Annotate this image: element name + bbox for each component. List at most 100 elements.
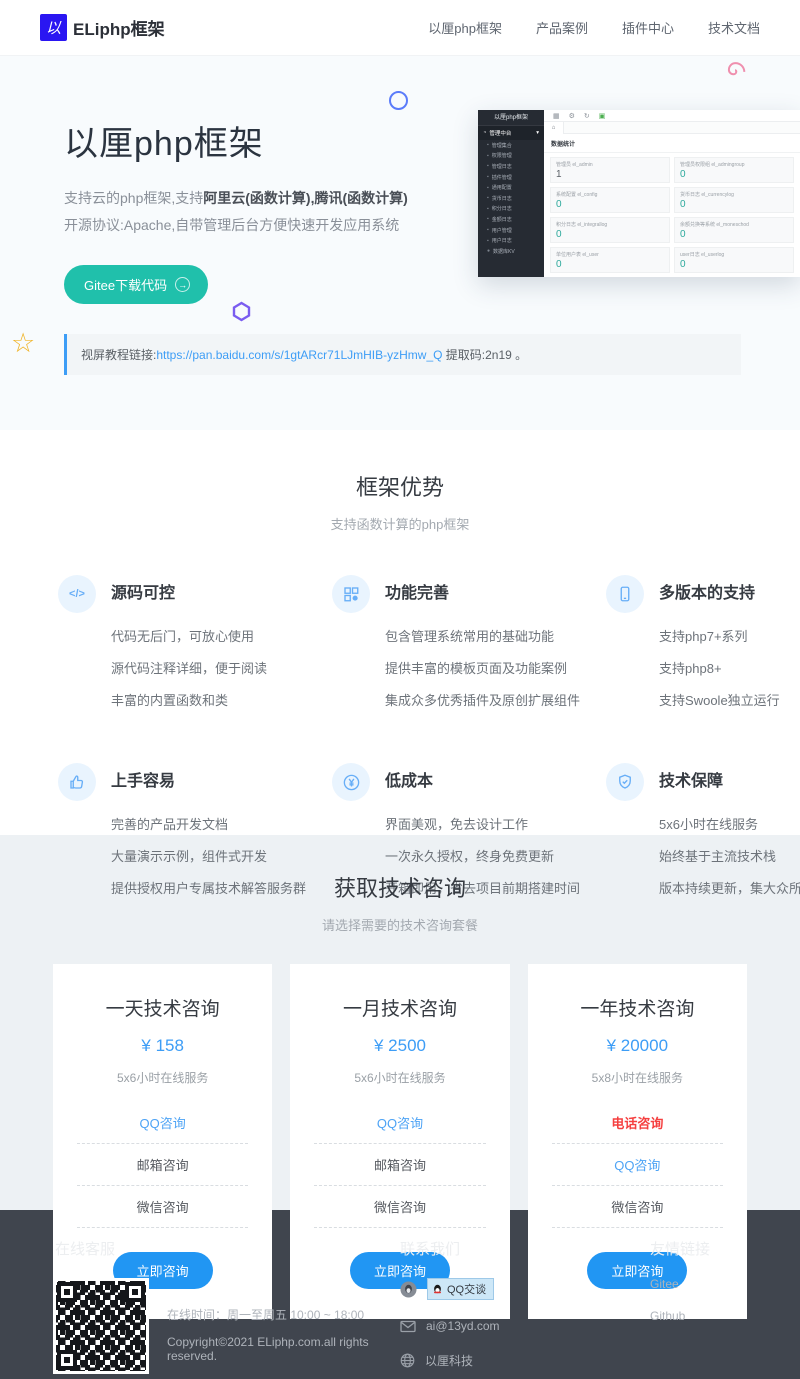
- menu-item-icon: ▪: [487, 238, 489, 244]
- feature-multi-version: 多版本的支持 支持php7+系列 支持php8+ 支持Swoole独立运行: [606, 575, 800, 709]
- notice-prefix: 视屏教程链接:: [81, 348, 156, 362]
- feature-point: 大量演示示例，组件式开发: [111, 846, 306, 865]
- menu-item-icon: ▪: [487, 206, 489, 212]
- screenshot-toolbar: ▦ ⚙ ↻ ▣: [544, 110, 800, 122]
- menu-item-icon: ▪: [487, 163, 489, 169]
- phone-consult-link[interactable]: 电话咨询: [552, 1102, 723, 1144]
- footer-service-title: 在线客服: [55, 1238, 400, 1259]
- refresh-icon: ↻: [584, 112, 590, 120]
- footer-contact-column: 联系我们 QQ交谈 ai@13yd.com: [400, 1238, 650, 1379]
- nav-item-framework[interactable]: 以厘php框架: [428, 18, 502, 37]
- gitee-download-button[interactable]: Gitee下载代码 →: [64, 265, 208, 304]
- screenshot-menu-item: ▪用户日志: [478, 235, 544, 246]
- stat-card: 管理员 el_admin1: [550, 157, 670, 183]
- hexagon-decoration-icon: [231, 301, 252, 322]
- admin-dashboard-screenshot: 以厘php框架 ◔ 管理中台 ▾ ▪管理集合 ▪权限管理 ▪管理日志 ▪插件管理…: [478, 110, 800, 277]
- footer-links-title: 友情链接: [650, 1238, 710, 1259]
- yuan-icon: [332, 763, 370, 801]
- feature-point: 源代码注释详细，便于阅读: [111, 658, 267, 677]
- logo-icon: 以: [40, 14, 67, 41]
- feature-point: 集成众多优秀插件及原创扩展组件: [385, 690, 580, 709]
- wechat-consult-item: 微信咨询: [314, 1186, 485, 1228]
- globe-icon: [400, 1353, 415, 1368]
- menu-header-icon: ◔: [483, 130, 486, 136]
- wechat-consult-item: 微信咨询: [77, 1186, 248, 1228]
- nav-item-docs[interactable]: 技术文档: [708, 18, 760, 37]
- home-tab-icon: ⌂: [544, 122, 564, 134]
- feature-point: 包含管理系统常用的基础功能: [385, 626, 580, 645]
- gitee-link[interactable]: Gitee: [650, 1277, 710, 1291]
- modules-icon: [332, 575, 370, 613]
- chevron-down-icon: ▾: [536, 130, 539, 136]
- feature-point: 丰富的内置函数和类: [111, 690, 267, 709]
- video-tutorial-notice: 视屏教程链接:https://pan.baidu.com/s/1gtARcr71…: [64, 334, 741, 375]
- stat-card: 单位用户表 el_user0: [550, 247, 670, 273]
- screenshot-menu-header: ◔ 管理中台 ▾: [478, 126, 544, 140]
- menu-item-icon: ▪: [487, 216, 489, 222]
- circle-decoration-icon: [389, 91, 408, 110]
- screenshot-menu-item: ▪货币日志: [478, 193, 544, 204]
- nav-item-plugins[interactable]: 插件中心: [622, 18, 674, 37]
- spiral-decoration-icon: [720, 56, 750, 86]
- stat-card: 管理员权限组 el_admingroup0: [674, 157, 794, 183]
- mail-icon: [400, 1320, 416, 1333]
- hero-section: ☆ 以厘php框架 支持云的php框架,支持阿里云(函数计算),腾讯(函数计算)…: [0, 56, 800, 430]
- feature-point: 支持php8+: [659, 658, 780, 677]
- feature-point: 支持Swoole独立运行: [659, 690, 780, 709]
- menu-item-icon: ▪: [487, 185, 489, 191]
- github-link[interactable]: Github: [650, 1309, 710, 1323]
- plugin-icon: ▣: [599, 112, 606, 120]
- stat-card: 积分日志 el_integrallog0: [550, 217, 670, 243]
- feature-point: 5x6小时在线服务: [659, 814, 800, 833]
- menu-item-icon: ●: [487, 248, 490, 254]
- tutorial-link[interactable]: https://pan.baidu.com/s/1gtARcr71LJmHIB-…: [156, 348, 442, 362]
- online-time-text: 在线时间：周一至周五 10:00 ~ 18:00: [167, 1306, 400, 1323]
- email-consult-item: 邮箱咨询: [314, 1144, 485, 1186]
- thumb-up-icon: [58, 763, 96, 801]
- copyright-text: Copyright©2021 ELiphp.com.all rights res…: [167, 1335, 400, 1363]
- logo-text: ELiphp框架: [73, 15, 165, 40]
- screenshot-menu-item: ▪积分日志: [478, 204, 544, 215]
- header: 以 ELiphp框架 以厘php框架 产品案例 插件中心 技术文档: [0, 0, 800, 56]
- stat-card: 余额兑换等系统 el_moneschod0: [674, 217, 794, 243]
- qq-consult-link[interactable]: QQ咨询: [552, 1144, 723, 1186]
- qq-consult-link[interactable]: QQ咨询: [314, 1102, 485, 1144]
- code-icon: </>: [58, 575, 96, 613]
- feature-point: 版本持续更新，集大众所需: [659, 878, 800, 897]
- screenshot-main: ▦ ⚙ ↻ ▣ ⌂ 数据统计 管理员 el_admin1 管理员权限组 el_a…: [544, 110, 800, 277]
- feature-point: 一次永久授权，终身免费更新: [385, 846, 580, 865]
- menu-item-icon: ▪: [487, 227, 489, 233]
- advantages-subtitle: 支持函数计算的php框架: [0, 514, 800, 533]
- email-link[interactable]: ai@13yd.com: [426, 1319, 500, 1333]
- stat-card: user日志 el_userlog0: [674, 247, 794, 273]
- feature-point: 提供丰富的模板页面及功能案例: [385, 658, 580, 677]
- screenshot-stat-cards: 管理员 el_admin1 管理员权限组 el_admingroup0 系统配置…: [544, 153, 800, 277]
- company-link[interactable]: 以厘科技: [425, 1352, 473, 1369]
- logo[interactable]: 以 ELiphp框架: [40, 14, 165, 41]
- qq-consult-link[interactable]: QQ咨询: [77, 1102, 248, 1144]
- notice-suffix: 提取码:2n19 。: [442, 348, 527, 362]
- plan-service: 5x8小时在线服务: [552, 1069, 723, 1086]
- plan-service: 5x6小时在线服务: [77, 1069, 248, 1086]
- hero-desc-line2: 开源协议:Apache,自带管理后台方便快速开发应用系统: [64, 212, 408, 239]
- email-consult-item: 邮箱咨询: [77, 1144, 248, 1186]
- gear-icon: ⚙: [569, 112, 575, 120]
- menu-item-icon: ▪: [487, 153, 489, 159]
- plan-price: ¥ 2500: [314, 1036, 485, 1056]
- feature-tech-guarantee: 技术保障 5x6小时在线服务 始终基于主流技术栈 版本持续更新，集大众所需: [606, 763, 800, 897]
- menu-item-icon: ▪: [487, 195, 489, 201]
- screenshot-sidebar: 以厘php框架 ◔ 管理中台 ▾ ▪管理集合 ▪权限管理 ▪管理日志 ▪插件管理…: [478, 110, 544, 277]
- feature-point: 代码无后门，可放心使用: [111, 626, 267, 645]
- hero-description: 支持云的php框架,支持阿里云(函数计算),腾讯(函数计算) 开源协议:Apac…: [64, 185, 408, 239]
- feature-point: 始终基于主流技术栈: [659, 846, 800, 865]
- screenshot-menu-item: ▪权限管理: [478, 151, 544, 162]
- advantages-title: 框架优势: [0, 470, 800, 502]
- qq-chat-badge[interactable]: QQ交谈: [427, 1278, 494, 1300]
- main-nav: 以厘php框架 产品案例 插件中心 技术文档: [428, 18, 760, 37]
- phone-icon: [606, 575, 644, 613]
- gitee-download-label: Gitee下载代码: [84, 275, 167, 294]
- pricing-subtitle: 请选择需要的技术咨询套餐: [0, 915, 800, 934]
- qr-code: [55, 1280, 147, 1372]
- nav-item-cases[interactable]: 产品案例: [536, 18, 588, 37]
- footer-service-column: 在线客服 在线时间：周一至周五 10:00 ~ 18:00 Copyright©…: [55, 1238, 400, 1379]
